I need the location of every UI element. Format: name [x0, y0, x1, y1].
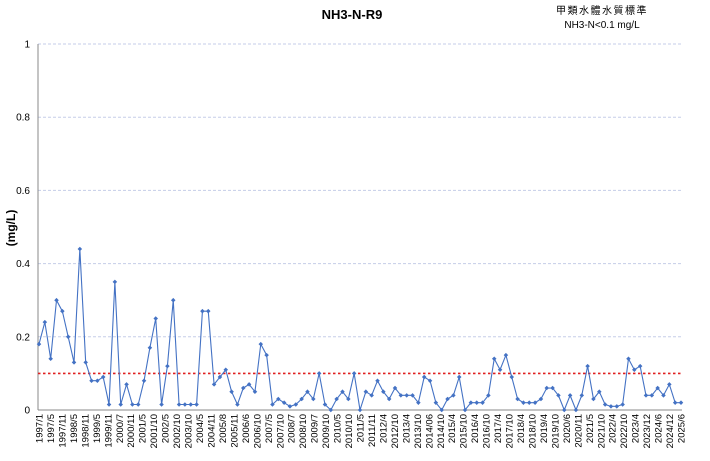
x-tick-label: 2024/6 [654, 414, 665, 443]
x-tick-label: 2024/12 [665, 414, 676, 448]
x-tick-label: 1998/5 [69, 414, 80, 443]
x-tick-label: 2007/5 [264, 414, 275, 443]
x-tick-label: 2009/10 [321, 414, 332, 448]
x-tick-label: 2006/10 [252, 414, 263, 448]
x-tick-label: 1997/11 [57, 414, 68, 448]
x-tick-label: 2023/12 [642, 414, 653, 448]
x-tick-label: 2009/7 [310, 414, 321, 443]
x-tick-label: 2008/7 [287, 414, 298, 443]
x-tick-label: 2016/10 [482, 414, 493, 448]
x-tick-label: 2021/10 [596, 414, 607, 448]
x-tick-label: 2007/10 [275, 414, 286, 448]
x-tick-label: 2002/5 [161, 414, 172, 443]
x-tick-label: 2003/10 [184, 414, 195, 448]
x-tick-label: 2004/5 [195, 414, 206, 443]
x-tick-label: 2015/10 [459, 414, 470, 448]
x-tick-label: 1999/5 [92, 414, 103, 443]
x-tick-label: 2012/4 [378, 414, 389, 443]
x-tick-label: 2006/6 [241, 414, 252, 443]
standard-title: 甲類水體水質標準 [556, 4, 648, 17]
x-tick-label: 2010/10 [344, 414, 355, 448]
x-tick-label: 2023/4 [631, 414, 642, 443]
y-tick-label: 0.6 [16, 186, 30, 197]
x-tick-label: 2015/4 [447, 414, 458, 443]
x-tick-label: 2018/10 [527, 414, 538, 448]
x-tick-label: 2025/6 [677, 414, 688, 443]
x-tick-label: 2018/4 [516, 414, 527, 443]
x-tick-label: 2000/7 [115, 414, 126, 443]
x-tick-label: 1997/1 [35, 414, 46, 443]
x-tick-label: 2016/4 [470, 414, 481, 443]
x-tick-label: 2022/4 [608, 414, 619, 443]
chart-title: NH3-N-R9 [322, 7, 383, 22]
y-tick-label: 0.4 [16, 259, 30, 270]
standard-label: NH3-N<0.1 mg/L [564, 20, 640, 31]
x-tick-label: 2005/8 [218, 414, 229, 443]
y-axis-label: (mg/L) [4, 210, 18, 247]
x-tick-label: 2017/10 [505, 414, 516, 448]
x-tick-label: 2012/10 [390, 414, 401, 448]
x-tick-label: 2001/10 [149, 414, 160, 448]
x-tick-label: 2017/4 [493, 414, 504, 443]
y-tick-label: 0.8 [16, 113, 30, 124]
x-tick-label: 2008/10 [298, 414, 309, 448]
x-tick-label: 2020/11 [573, 414, 584, 448]
x-tick-label: 2011/11 [367, 414, 378, 447]
y-tick-label: 1 [24, 40, 30, 51]
x-tick-label: 2021/5 [585, 414, 596, 443]
y-tick-label: 0 [24, 406, 30, 417]
x-tick-label: 2005/11 [229, 414, 240, 448]
x-tick-label: 2022/10 [619, 414, 630, 448]
x-tick-label: 2011/5 [356, 414, 367, 442]
x-tick-label: 1997/5 [46, 414, 57, 443]
x-tick-label: 2013/10 [413, 414, 424, 448]
x-tick-label: 2000/11 [126, 414, 137, 448]
x-tick-label: 2010/5 [333, 414, 344, 443]
x-tick-label: 2001/5 [138, 414, 149, 443]
x-tick-label: 2002/10 [172, 414, 183, 448]
x-tick-label: 2020/6 [562, 414, 573, 443]
x-tick-label: 2014/06 [424, 414, 435, 448]
x-tick-label: 2014/10 [436, 414, 447, 448]
x-tick-label: 2013/4 [401, 414, 412, 443]
nh3n-line-chart: NH3-N-R9 甲類水體水質標準 NH3-N<0.1 mg/L (mg/L) … [0, 0, 710, 461]
x-tick-label: 2019/10 [550, 414, 561, 448]
x-tick-label: 1998/11 [80, 414, 91, 448]
x-tick-labels: 1997/1 1997/5 1997/11 1998/5 1998/11 1999/5 19… [35, 414, 688, 448]
x-tick-label: 1999/11 [103, 414, 114, 448]
x-tick-label: 2019/4 [539, 414, 550, 443]
y-tick-label: 0.2 [16, 332, 30, 343]
x-tick-label: 2004/11 [206, 414, 217, 448]
